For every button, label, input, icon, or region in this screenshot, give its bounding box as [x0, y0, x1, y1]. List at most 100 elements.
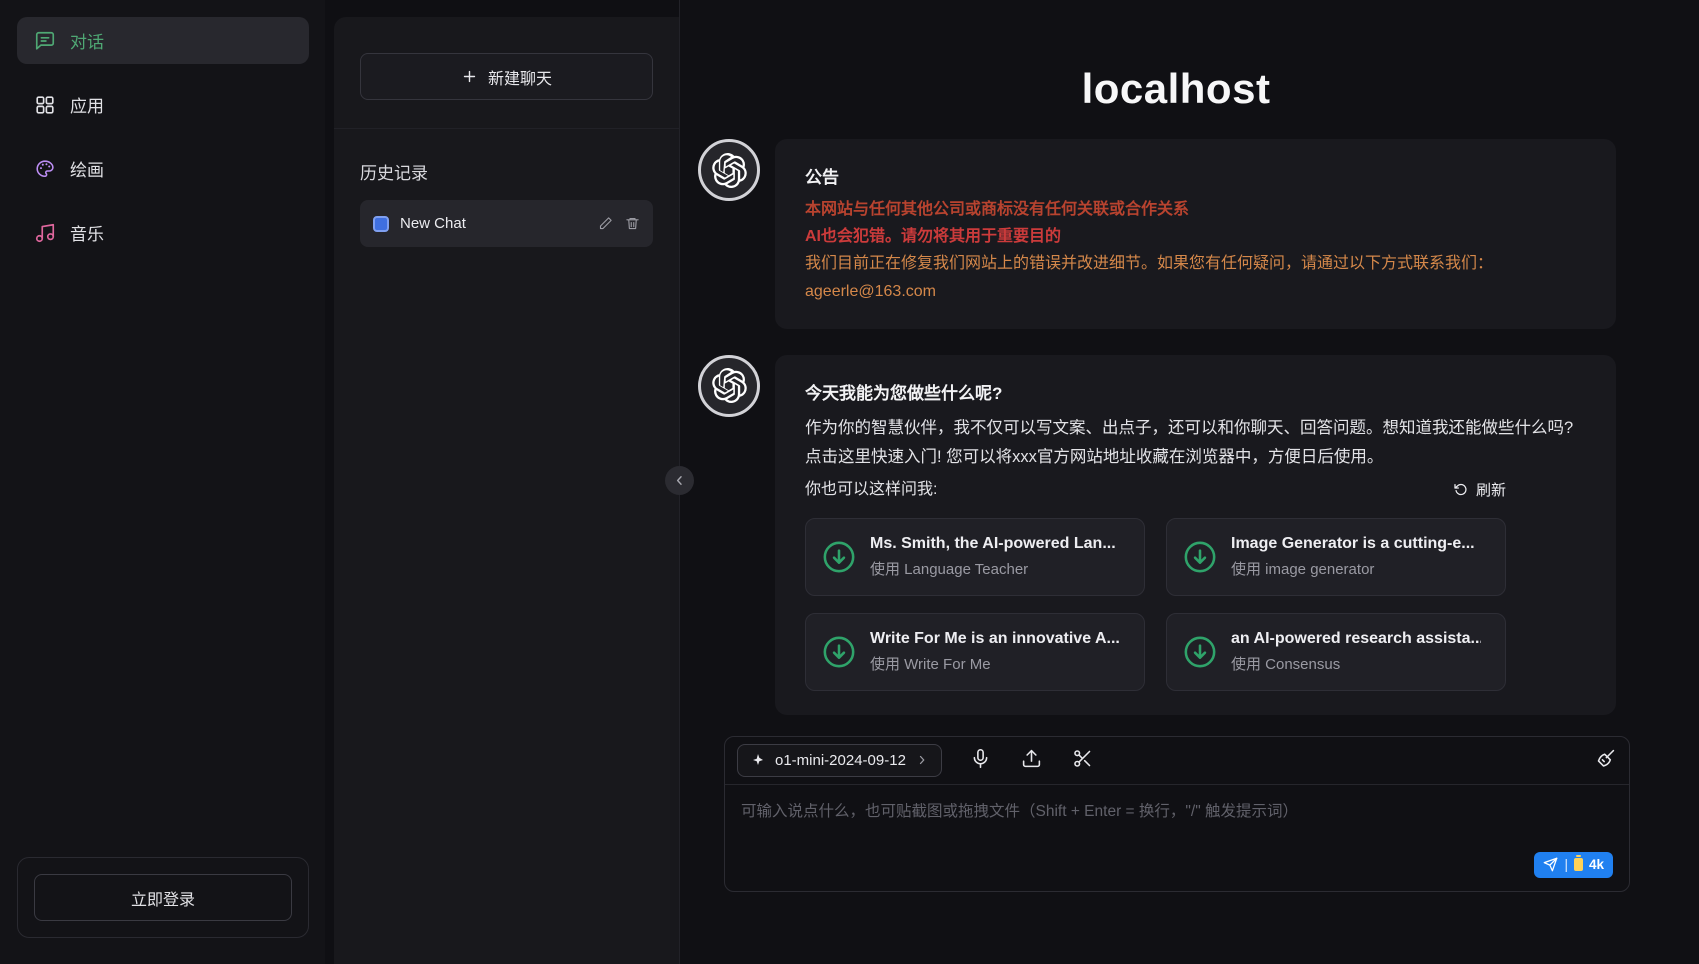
suggestion-title: Ms. Smith, the AI-powered Lan... [870, 535, 1116, 553]
pill-separator: | [1564, 857, 1568, 872]
upload-file-button[interactable] [1020, 748, 1044, 772]
openai-logo-icon [712, 153, 747, 188]
sidebar-item-label: 对话 [70, 28, 104, 53]
announcement-line: AI也会犯错。请勿将其用于重要目的 [805, 223, 1586, 250]
scissors-icon [1072, 748, 1093, 769]
chat-item-title: New Chat [400, 215, 586, 232]
new-chat-label: 新建聊天 [488, 65, 552, 89]
download-circle-icon [1183, 635, 1217, 669]
trash-icon [625, 216, 640, 231]
model-label: o1-mini-2024-09-12 [775, 752, 906, 769]
download-circle-icon [822, 635, 856, 669]
login-card: 立即登录 [17, 857, 309, 938]
suggestion-texts: Image Generator is a cutting-e... 使用 ima… [1231, 535, 1475, 579]
sidebar-item-label: 音乐 [70, 220, 104, 245]
message-input[interactable] [741, 800, 1613, 870]
pencil-icon [598, 216, 613, 231]
sidebar-item-apps[interactable]: 应用 [17, 81, 309, 128]
sidebar-item-music[interactable]: 音乐 [17, 209, 309, 256]
chat-list-item[interactable]: New Chat [360, 200, 653, 247]
refresh-label: 刷新 [1476, 479, 1506, 500]
page-title: localhost [680, 65, 1672, 113]
login-button[interactable]: 立即登录 [34, 874, 292, 921]
announcement-bubble: 公告 本网站与任何其他公司或商标没有任何关联或合作关系 AI也会犯错。请勿将其用… [775, 139, 1616, 329]
contact-email-link[interactable]: ageerle@163.com [805, 278, 936, 305]
assistant-avatar [698, 139, 760, 201]
suggestion-texts: an AI-powered research assista... 使用 Con… [1231, 630, 1481, 674]
send-button[interactable]: | 4k [1534, 852, 1613, 878]
openai-logo-icon [712, 368, 747, 403]
model-select-button[interactable]: o1-mini-2024-09-12 [737, 744, 942, 777]
plus-icon [461, 68, 478, 85]
download-circle-icon [1183, 540, 1217, 574]
suggestion-card[interactable]: Image Generator is a cutting-e... 使用 ima… [1166, 518, 1506, 596]
announcement-line: 本网站与任何其他公司或商标没有任何关联或合作关系 [805, 196, 1586, 223]
suggestion-texts: Write For Me is an innovative A... 使用 Wr… [870, 630, 1120, 674]
sidebar-item-chat[interactable]: 对话 [17, 17, 309, 64]
token-icon [1574, 858, 1583, 871]
sidebar-item-drawing[interactable]: 绘画 [17, 145, 309, 192]
chat-color-icon [373, 216, 389, 232]
collapse-panel-button[interactable] [665, 466, 694, 495]
welcome-bubble: 今天我能为您做些什么呢? 作为你的智慧伙伴，我不仅可以写文案、出点子，还可以和你… [775, 355, 1616, 715]
suggestion-subtitle: 使用 Language Teacher [870, 558, 1116, 579]
suggestion-subtitle: 使用 Consensus [1231, 653, 1481, 674]
suggestion-title: Image Generator is a cutting-e... [1231, 535, 1475, 553]
chat-item-actions [597, 216, 640, 232]
suggestion-card[interactable]: Write For Me is an innovative A... 使用 Wr… [805, 613, 1145, 691]
screenshot-button[interactable] [1071, 748, 1095, 772]
voice-input-button[interactable] [969, 748, 993, 772]
palette-icon [34, 158, 56, 180]
sidebar-gap [325, 0, 334, 964]
ask-row: 你也可以这样问我: 刷新 [805, 476, 1506, 504]
panel-divider [679, 0, 680, 964]
welcome-title: 今天我能为您做些什么呢? [805, 379, 1586, 404]
rename-chat-button[interactable] [597, 216, 613, 232]
sparkle-icon [750, 752, 766, 768]
message-row: 公告 本网站与任何其他公司或商标没有任何关联或合作关系 AI也会犯错。请勿将其用… [680, 139, 1672, 329]
chevron-left-icon [672, 473, 687, 488]
upload-icon [1021, 748, 1042, 769]
new-chat-button[interactable]: 新建聊天 [360, 53, 653, 100]
suggestion-subtitle: 使用 image generator [1231, 558, 1475, 579]
suggestion-grid: Ms. Smith, the AI-powered Lan... 使用 Lang… [805, 518, 1586, 691]
composer-input-area: | 4k [725, 785, 1629, 891]
broom-icon [1595, 748, 1616, 769]
ask-hint: 你也可以这样问我: [805, 476, 937, 504]
main-content: localhost 公告 本网站与任何其他公司或商标没有任何关联或合作关系 AI… [680, 65, 1672, 892]
history-title: 历史记录 [360, 159, 653, 184]
announcement-title: 公告 [805, 163, 1586, 188]
clear-context-button[interactable] [1593, 748, 1617, 772]
delete-chat-button[interactable] [624, 216, 640, 232]
composer: o1-mini-2024-09-12 [724, 736, 1630, 892]
chatlist-top: 新建聊天 [334, 17, 679, 129]
chat-history-panel: 新建聊天 历史记录 New Chat [334, 17, 679, 964]
assistant-avatar [698, 355, 760, 417]
main-panel: localhost 公告 本网站与任何其他公司或商标没有任何关联或合作关系 AI… [680, 0, 1699, 964]
sidebar: 对话 应用 绘画 音乐 立即登录 [0, 0, 325, 964]
welcome-body: 作为你的智慧伙伴，我不仅可以写文案、出点子，还可以和你聊天、回答问题。想知道我还… [805, 414, 1585, 472]
music-note-icon [34, 222, 56, 244]
download-circle-icon [822, 540, 856, 574]
sidebar-spacer [17, 273, 309, 857]
announcement-line: 我们目前正在修复我们网站上的错误并改进细节。如果您有任何疑问，请通过以下方式联系… [805, 250, 1586, 277]
suggestion-subtitle: 使用 Write For Me [870, 653, 1120, 674]
microphone-icon [970, 748, 991, 769]
app-root: 对话 应用 绘画 音乐 立即登录 [0, 0, 1699, 964]
suggestion-texts: Ms. Smith, the AI-powered Lan... 使用 Lang… [870, 535, 1116, 579]
apps-grid-icon [34, 94, 56, 116]
suggestion-title: an AI-powered research assista... [1231, 630, 1481, 648]
suggestion-card[interactable]: an AI-powered research assista... 使用 Con… [1166, 613, 1506, 691]
chevron-right-icon [915, 753, 929, 767]
sidebar-item-label: 绘画 [70, 156, 104, 181]
composer-toolbar: o1-mini-2024-09-12 [725, 737, 1629, 785]
chat-bubble-icon [34, 30, 56, 52]
sidebar-item-label: 应用 [70, 92, 104, 117]
suggestion-title: Write For Me is an innovative A... [870, 630, 1120, 648]
refresh-icon [1453, 482, 1469, 498]
send-plane-icon [1543, 857, 1558, 872]
message-row: 今天我能为您做些什么呢? 作为你的智慧伙伴，我不仅可以写文案、出点子，还可以和你… [680, 355, 1672, 715]
token-count: 4k [1589, 857, 1604, 872]
refresh-suggestions-button[interactable]: 刷新 [1453, 479, 1506, 500]
suggestion-card[interactable]: Ms. Smith, the AI-powered Lan... 使用 Lang… [805, 518, 1145, 596]
